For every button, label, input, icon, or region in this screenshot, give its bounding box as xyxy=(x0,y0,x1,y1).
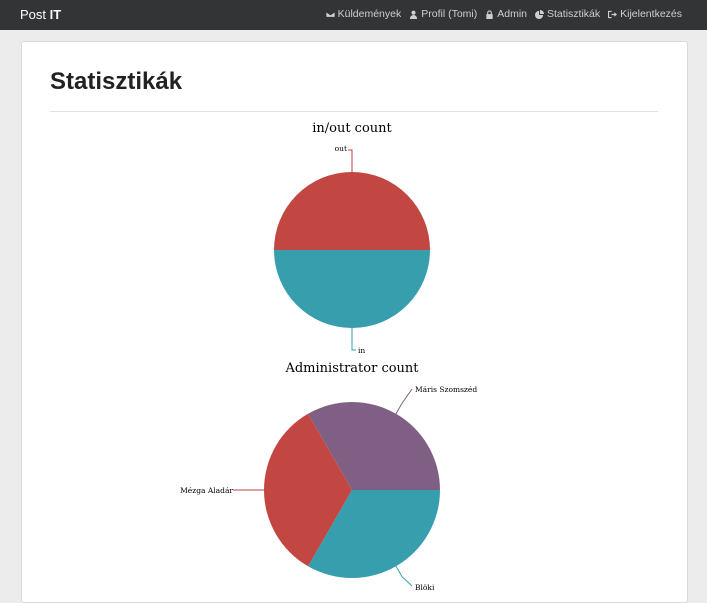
slice-label: Máris Szomszéd xyxy=(415,385,477,394)
slice-leader-line xyxy=(351,328,356,351)
slice-leader-line xyxy=(395,388,413,415)
slice-label: Blöki xyxy=(415,583,435,592)
slice-leader-line xyxy=(348,149,353,172)
charts-canvas: in/out count out in Administrator count Mári… xyxy=(180,121,477,592)
chart-title: in/out count xyxy=(312,121,392,136)
slice-leader-line xyxy=(395,565,413,587)
slice-label: Mézga Aladár xyxy=(180,486,233,495)
pie-slice xyxy=(274,172,430,250)
pie-slice xyxy=(274,250,430,328)
slice-label: out xyxy=(335,144,347,153)
slice-label: in xyxy=(358,346,365,355)
chart-title: Administrator count xyxy=(284,361,419,376)
